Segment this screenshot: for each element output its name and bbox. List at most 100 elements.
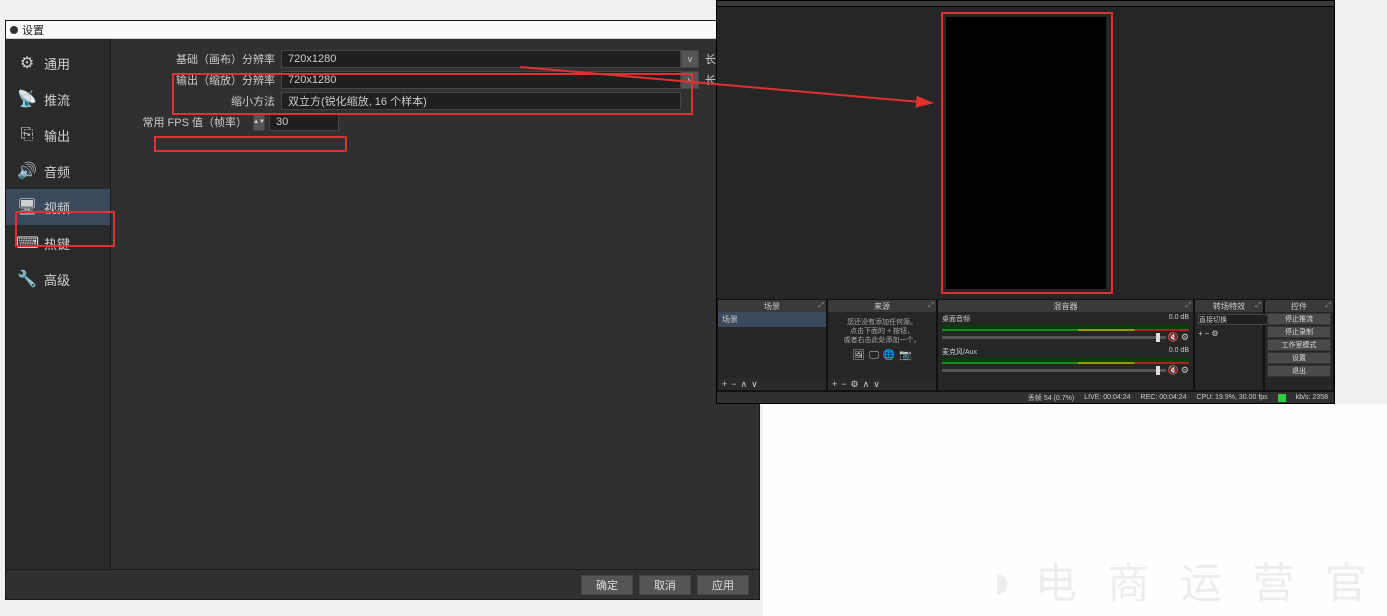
antenna-icon: 📡 <box>16 89 38 109</box>
monitor-icon: 🖵 <box>869 349 879 362</box>
expand-icon[interactable]: ⤢ <box>928 302 934 310</box>
highlight-preview <box>941 12 1113 294</box>
up-icon[interactable]: ∧ <box>741 379 748 390</box>
add-icon[interactable]: + <box>722 379 727 389</box>
output-icon: ⎘ <box>16 126 38 144</box>
down-icon[interactable]: ∨ <box>873 379 880 390</box>
remove-icon[interactable]: − <box>731 379 736 389</box>
sources-body[interactable]: 您还没有添加任何源。 点击下面的 + 按钮， 或者右击此处添加一个。 🖼 🖵 🌐… <box>828 312 936 378</box>
gear-icon: ⚙ <box>16 53 38 73</box>
open-settings-button[interactable]: 设置 <box>1267 352 1331 364</box>
sidebar-label: 推流 <box>44 90 70 109</box>
wrench-icon: 🔧 <box>16 269 38 289</box>
sidebar-item-stream[interactable]: 📡 推流 <box>6 81 110 117</box>
sidebar-item-advanced[interactable]: 🔧 高级 <box>6 261 110 297</box>
status-live: LIVE: 00:04:24 <box>1084 394 1130 401</box>
output-resolution-row: 输出（缩放）分辨率 v 长宽 <box>151 70 751 90</box>
status-kbps: kb/s: 2358 <box>1296 394 1328 401</box>
spinner-icon[interactable]: ▲▼ <box>253 113 265 131</box>
ok-button[interactable]: 确定 <box>581 575 633 595</box>
scene-item[interactable]: 场景 <box>718 312 826 327</box>
expand-icon[interactable]: ⤢ <box>1325 302 1331 310</box>
audio-meter <box>942 325 1189 331</box>
output-res-input[interactable] <box>281 71 681 89</box>
volume-slider[interactable] <box>942 336 1166 339</box>
base-resolution-row: 基础（画布）分辨率 v 长宽 <box>151 49 751 69</box>
scenes-panel: 场景⤢ 场景 + − ∧ ∨ <box>717 299 827 391</box>
settings-footer: 确定 取消 应用 <box>6 569 759 599</box>
scenes-header: 场景⤢ <box>718 300 826 312</box>
settings-body: ⚙ 通用 📡 推流 ⎘ 输出 🔊 音频 🖥 视频 ⌨ 热键 <box>6 39 759 569</box>
downscale-input[interactable] <box>281 92 681 110</box>
expand-icon[interactable]: ⤢ <box>1255 302 1261 310</box>
sidebar-label: 输出 <box>44 126 70 145</box>
apply-button[interactable]: 应用 <box>697 575 749 595</box>
fps-label: 常用 FPS 值（帧率） <box>123 114 253 130</box>
sidebar-label: 热键 <box>44 234 70 253</box>
obs-panels: 场景⤢ 场景 + − ∧ ∨ 来源⤢ 您还没有添加任何源。 点击下面的 + 按钮… <box>717 299 1334 391</box>
downscale-label: 缩小方法 <box>151 93 281 109</box>
transitions-header: 转场特效⤢ <box>1195 300 1263 312</box>
settings-titlebar: 设置 <box>6 21 759 39</box>
white-block <box>763 404 1387 616</box>
stop-record-button[interactable]: 停止录制 <box>1267 326 1331 338</box>
expand-icon[interactable]: ⤢ <box>818 302 824 310</box>
volume-slider[interactable] <box>942 369 1166 372</box>
cancel-button[interactable]: 取消 <box>639 575 691 595</box>
studio-mode-button[interactable]: 工作室模式 <box>1267 339 1331 351</box>
down-icon[interactable]: ∨ <box>751 379 758 390</box>
mute-icon[interactable]: 🔇 <box>1168 332 1179 343</box>
up-icon[interactable]: ∧ <box>863 379 870 390</box>
obs-main-window: 场景⤢ 场景 + − ∧ ∨ 来源⤢ 您还没有添加任何源。 点击下面的 + 按钮… <box>716 0 1335 404</box>
audio-meter <box>942 358 1189 364</box>
preview-area[interactable] <box>717 7 1334 299</box>
sidebar-label: 通用 <box>44 54 70 73</box>
speaker-icon: 🔊 <box>16 161 38 181</box>
controls-panel: 控件⤢ 停止推流 停止录制 工作室模式 设置 退出 <box>1264 299 1334 391</box>
scenes-body[interactable]: 场景 <box>718 312 826 378</box>
remove-icon[interactable]: − <box>1205 329 1210 338</box>
sidebar-label: 视频 <box>44 198 70 217</box>
base-res-input[interactable] <box>281 50 681 68</box>
status-cpu: CPU: 19.9%, 30.00 fps <box>1196 394 1267 401</box>
mute-icon[interactable]: 🔇 <box>1168 365 1179 376</box>
settings-window: 设置 ⚙ 通用 📡 推流 ⎘ 输出 🔊 音频 🖥 视频 <box>5 20 760 600</box>
base-res-label: 基础（画布）分辨率 <box>151 51 281 67</box>
sidebar-item-audio[interactable]: 🔊 音频 <box>6 153 110 189</box>
monitor-icon: 🖥 <box>16 197 38 217</box>
fps-row: 常用 FPS 值（帧率） ▲▼ <box>123 112 751 132</box>
gear-icon[interactable]: ⚙ <box>851 379 859 390</box>
globe-icon: 🌐 <box>883 349 895 362</box>
remove-icon[interactable]: − <box>841 379 846 389</box>
exit-button[interactable]: 退出 <box>1267 365 1331 377</box>
settings-sidebar: ⚙ 通用 📡 推流 ⎘ 输出 🔊 音频 🖥 视频 ⌨ 热键 <box>6 39 111 569</box>
gear-icon[interactable]: ⚙ <box>1211 329 1218 338</box>
add-icon[interactable]: + <box>1198 329 1203 338</box>
stop-stream-button[interactable]: 停止推流 <box>1267 313 1331 325</box>
controls-body: 停止推流 停止录制 工作室模式 设置 退出 <box>1265 312 1333 390</box>
downscale-row: 缩小方法 <box>151 91 751 111</box>
gear-icon[interactable]: ⚙ <box>1181 332 1189 343</box>
sidebar-item-output[interactable]: ⎘ 输出 <box>6 117 110 153</box>
mixer-body: 桌面音频 0.0 dB 🔇 ⚙ 麦克风/Aux 0.0 dB <box>938 312 1193 390</box>
mixer-panel: 混音器⤢ 桌面音频 0.0 dB 🔇 ⚙ <box>937 299 1194 391</box>
sidebar-item-video[interactable]: 🖥 视频 <box>6 189 110 225</box>
image-icon: 🖼 <box>852 349 865 362</box>
gear-icon[interactable]: ⚙ <box>1181 365 1189 376</box>
sidebar-label: 高级 <box>44 270 70 289</box>
settings-title: 设置 <box>22 22 44 38</box>
settings-content: 基础（画布）分辨率 v 长宽 输出（缩放）分辨率 v 长宽 缩小方法 常用 FP… <box>111 39 759 569</box>
mixer-track-mic: 麦克风/Aux 0.0 dB 🔇 ⚙ <box>938 345 1193 378</box>
obs-logo-icon <box>10 26 18 34</box>
output-res-label: 输出（缩放）分辨率 <box>151 72 281 88</box>
sources-header: 来源⤢ <box>828 300 936 312</box>
sidebar-label: 音频 <box>44 162 70 181</box>
dropdown-arrow-icon[interactable]: v <box>681 71 699 89</box>
add-icon[interactable]: + <box>832 379 837 389</box>
sidebar-item-hotkeys[interactable]: ⌨ 热键 <box>6 225 110 261</box>
fps-input[interactable] <box>269 113 339 131</box>
expand-icon[interactable]: ⤢ <box>1185 302 1191 310</box>
sidebar-item-general[interactable]: ⚙ 通用 <box>6 45 110 81</box>
dropdown-arrow-icon[interactable]: v <box>681 50 699 68</box>
scenes-footer: + − ∧ ∨ <box>718 378 826 390</box>
